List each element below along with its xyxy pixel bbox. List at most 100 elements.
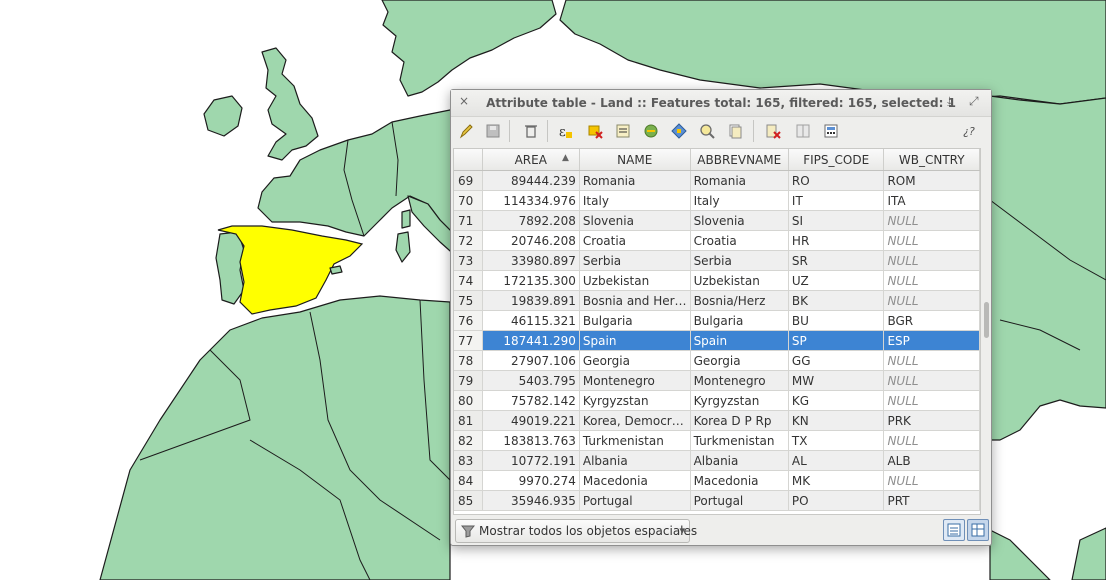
table-row[interactable]: 70 114334.976 Italy Italy IT ITA	[454, 190, 980, 211]
column-header-fips-code[interactable]: FIPS_CODE	[788, 149, 885, 171]
row-number[interactable]: 84	[454, 470, 483, 491]
toggle-editing-icon[interactable]	[456, 121, 476, 141]
cell-fips-code[interactable]: SI	[788, 210, 885, 231]
cell-area[interactable]: 114334.976	[482, 190, 580, 211]
cell-wb-cntry[interactable]: ROM	[883, 170, 980, 191]
delete-selected-icon[interactable]	[521, 121, 541, 141]
invert-selection-icon[interactable]	[641, 121, 661, 141]
table-row[interactable]: 69 89444.239 Romania Romania RO ROM	[454, 170, 980, 191]
row-number[interactable]: 80	[454, 390, 483, 411]
cell-area[interactable]: 172135.300	[482, 270, 580, 291]
cell-fips-code[interactable]: MW	[788, 370, 885, 391]
window-titlebar[interactable]: × Attribute table - Land :: Features tot…	[451, 90, 991, 117]
cell-abbrevname[interactable]: Montenegro	[690, 370, 789, 391]
move-selection-to-top-icon[interactable]	[613, 121, 633, 141]
cell-name[interactable]: Albania	[579, 450, 691, 471]
table-row[interactable]: 73 33980.897 Serbia Serbia SR NULL	[454, 250, 980, 271]
cell-area[interactable]: 20746.208	[482, 230, 580, 251]
cell-name[interactable]: Portugal	[579, 490, 691, 511]
cell-wb-cntry[interactable]: ALB	[883, 450, 980, 471]
table-row[interactable]: 81 49019.221 Korea, Democr… Korea D P Rp KN P…	[454, 410, 980, 431]
cell-wb-cntry[interactable]: PRK	[883, 410, 980, 431]
cell-wb-cntry[interactable]: NULL	[883, 270, 980, 291]
cell-wb-cntry[interactable]: NULL	[883, 210, 980, 231]
attribute-table[interactable]: AREA ▲ NAME ABBREVNAME FIPS_CODE WB_CNTRY…	[453, 148, 981, 515]
cell-name[interactable]: Georgia	[579, 350, 691, 371]
form-view-icon[interactable]	[967, 519, 989, 541]
table-row[interactable]: 72 20746.208 Croatia Croatia HR NULL	[454, 230, 980, 251]
cell-wb-cntry[interactable]: NULL	[883, 290, 980, 311]
cell-abbrevname[interactable]: Korea D P Rp	[690, 410, 789, 431]
cell-wb-cntry[interactable]: NULL	[883, 370, 980, 391]
cell-area[interactable]: 35946.935	[482, 490, 580, 511]
select-by-expression-icon[interactable]: ε	[555, 121, 575, 141]
row-number[interactable]: 73	[454, 250, 483, 271]
row-number[interactable]: 72	[454, 230, 483, 251]
cell-wb-cntry[interactable]: ITA	[883, 190, 980, 211]
table-view-icon[interactable]	[943, 519, 965, 541]
cell-name[interactable]: Italy	[579, 190, 691, 211]
cell-area[interactable]: 75782.142	[482, 390, 580, 411]
cell-fips-code[interactable]: UZ	[788, 270, 885, 291]
table-row[interactable]: 83 10772.191 Albania Albania AL ALB	[454, 450, 980, 471]
cell-area[interactable]: 7892.208	[482, 210, 580, 231]
cell-fips-code[interactable]: KG	[788, 390, 885, 411]
cell-abbrevname[interactable]: Albania	[690, 450, 789, 471]
cell-abbrevname[interactable]: Kyrgyzstan	[690, 390, 789, 411]
cell-wb-cntry[interactable]: ESP	[883, 330, 980, 351]
cell-area[interactable]: 19839.891	[482, 290, 580, 311]
cell-fips-code[interactable]: BU	[788, 310, 885, 331]
table-row[interactable]: 71 7892.208 Slovenia Slovenia SI NULL	[454, 210, 980, 231]
row-number[interactable]: 74	[454, 270, 483, 291]
cell-fips-code[interactable]: PO	[788, 490, 885, 511]
cell-name[interactable]: Korea, Democr…	[579, 410, 691, 431]
cell-name[interactable]: Montenegro	[579, 370, 691, 391]
cell-area[interactable]: 49019.221	[482, 410, 580, 431]
deselect-all-icon[interactable]	[585, 121, 605, 141]
cell-area[interactable]: 5403.795	[482, 370, 580, 391]
row-number[interactable]: 85	[454, 490, 483, 511]
cell-name[interactable]: Turkmenistan	[579, 430, 691, 451]
cell-area[interactable]: 89444.239	[482, 170, 580, 191]
cell-name[interactable]: Uzbekistan	[579, 270, 691, 291]
cell-wb-cntry[interactable]: NULL	[883, 350, 980, 371]
cell-fips-code[interactable]: TX	[788, 430, 885, 451]
row-number[interactable]: 77	[454, 330, 483, 351]
cell-abbrevname[interactable]: Spain	[690, 330, 789, 351]
column-header-abbrevname[interactable]: ABBREVNAME	[690, 149, 789, 171]
row-number[interactable]: 81	[454, 410, 483, 431]
cell-wb-cntry[interactable]: NULL	[883, 250, 980, 271]
cell-wb-cntry[interactable]: BGR	[883, 310, 980, 331]
column-header-area[interactable]: AREA ▲	[482, 149, 580, 171]
column-header-wb-cntry[interactable]: WB_CNTRY	[883, 149, 980, 171]
cell-name[interactable]: Kyrgyzstan	[579, 390, 691, 411]
row-number[interactable]: 83	[454, 450, 483, 471]
table-row[interactable]: 82 183813.763 Turkmenistan Turkmenistan TX NU…	[454, 430, 980, 451]
row-number[interactable]: 79	[454, 370, 483, 391]
row-number[interactable]: 78	[454, 350, 483, 371]
cell-wb-cntry[interactable]: NULL	[883, 470, 980, 491]
cell-area[interactable]: 46115.321	[482, 310, 580, 331]
table-row[interactable]: 85 35946.935 Portugal Portugal PO PRT	[454, 490, 980, 511]
cell-name[interactable]: Spain	[579, 330, 691, 351]
attribute-table-window[interactable]: × Attribute table - Land :: Features tot…	[450, 89, 992, 546]
cell-name[interactable]: Macedonia	[579, 470, 691, 491]
row-number[interactable]: 71	[454, 210, 483, 231]
cell-wb-cntry[interactable]: PRT	[883, 490, 980, 511]
cell-abbrevname[interactable]: Uzbekistan	[690, 270, 789, 291]
field-calculator-icon[interactable]	[821, 121, 841, 141]
cell-abbrevname[interactable]: Serbia	[690, 250, 789, 271]
cell-fips-code[interactable]: KN	[788, 410, 885, 431]
pan-to-selected-icon[interactable]	[669, 121, 689, 141]
cell-fips-code[interactable]: IT	[788, 190, 885, 211]
cell-name[interactable]: Bulgaria	[579, 310, 691, 331]
cell-area[interactable]: 10772.191	[482, 450, 580, 471]
cell-name[interactable]: Romania	[579, 170, 691, 191]
cell-name[interactable]: Serbia	[579, 250, 691, 271]
cell-wb-cntry[interactable]: NULL	[883, 230, 980, 251]
dock-icon[interactable]: ⤓	[947, 94, 952, 109]
corner-header[interactable]	[454, 149, 483, 171]
zoom-to-selected-icon[interactable]	[697, 121, 717, 141]
help-icon[interactable]: ¿?	[959, 121, 979, 141]
cell-abbrevname[interactable]: Italy	[690, 190, 789, 211]
